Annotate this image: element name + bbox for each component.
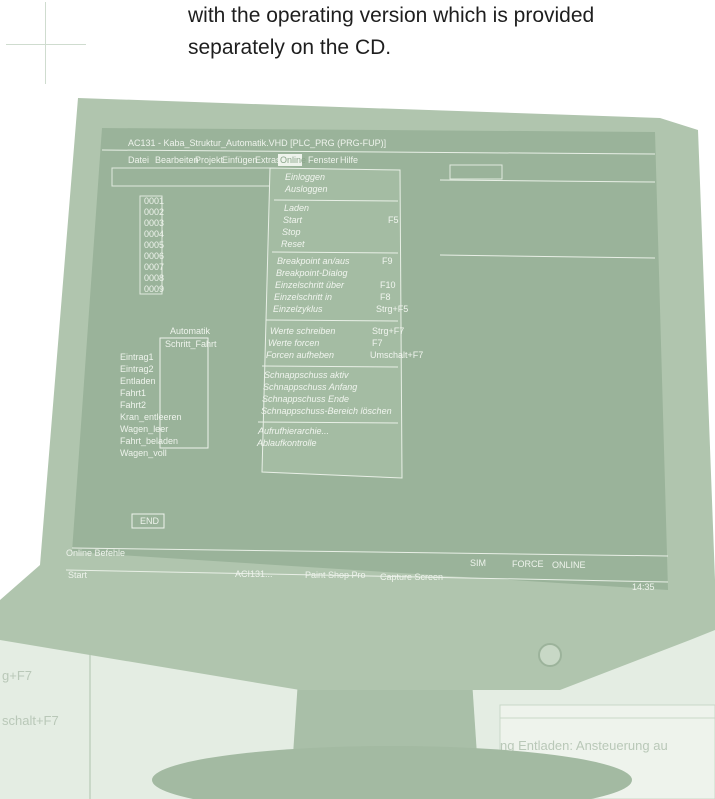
status-sim: SIM: [470, 558, 486, 568]
line-0001: 0001: [144, 196, 164, 206]
menu-item-breakpoint[interactable]: Breakpoint an/aus: [277, 256, 350, 266]
menu-item-snapshot-end[interactable]: Schnappschuss Ende: [262, 394, 349, 404]
menu-key-single-cycle: Strg+F5: [376, 304, 408, 314]
diagram-row-8: Fahrt_beladen: [120, 436, 178, 446]
line-0003: 0003: [144, 218, 164, 228]
menu-hilfe[interactable]: Hilfe: [340, 155, 358, 165]
online-menu: Einloggen Ausloggen Laden Start F5 Stop …: [256, 167, 423, 479]
diagram-box-label: Schritt_Fahrt: [165, 339, 217, 349]
menu-key-write-values: Strg+F7: [372, 326, 404, 336]
menu-projekt[interactable]: Projekt: [195, 155, 224, 165]
menu-item-force-values[interactable]: Werte forcen: [268, 338, 319, 348]
menu-item-flow-control[interactable]: Ablaufkontrolle: [256, 438, 317, 448]
task-aci131[interactable]: ACI131...: [235, 569, 273, 579]
task-capture-screen[interactable]: Capture Screen: [380, 572, 443, 582]
menu-item-snapshot-active[interactable]: Schnappschuss aktiv: [264, 370, 349, 380]
menu-item-einloggen[interactable]: Einloggen: [285, 172, 325, 182]
menu-datei[interactable]: Datei: [128, 155, 149, 165]
diagram-row-4: Fahrt1: [120, 388, 146, 398]
background-text-right: ng Entladen: Ansteuerung au: [500, 738, 668, 753]
menu-extras[interactable]: Extras: [255, 155, 281, 165]
line-0004: 0004: [144, 229, 164, 239]
menu-item-step-in[interactable]: Einzelschritt in: [274, 292, 332, 302]
menu-item-start[interactable]: Start: [283, 215, 303, 225]
taskbar-clock: 14:35: [632, 582, 655, 592]
status-left: Online Befehle: [66, 548, 125, 558]
menu-item-call-hierarchy[interactable]: Aufrufhierarchie...: [257, 426, 329, 436]
line-0008: 0008: [144, 273, 164, 283]
menu-key-step-over: F10: [380, 280, 396, 290]
power-button-icon: [538, 643, 562, 667]
line-0009: 0009: [144, 284, 164, 294]
menu-item-write-values[interactable]: Werte schreiben: [270, 326, 335, 336]
menu-key-release-force: Umschalt+F7: [370, 350, 423, 360]
menu-key-step-in: F8: [380, 292, 391, 302]
monitor-illustration: g+F7 schalt+F7 ng Entladen: Ansteuerung …: [0, 98, 715, 799]
diagram-row-6: Kran_entleeren: [120, 412, 182, 422]
network-list: 0001 0002 0003 0004 0005 0006 0007 0008 …: [139, 195, 164, 295]
menu-item-breakpoint-dialog[interactable]: Breakpoint-Dialog: [276, 268, 348, 278]
menu-online[interactable]: Online: [280, 155, 306, 165]
status-force: FORCE: [512, 559, 544, 569]
diagram-row-2: Eintrag2: [120, 364, 154, 374]
line-0005: 0005: [144, 240, 164, 250]
task-paint-shop[interactable]: Paint Shop Pro: [305, 570, 366, 580]
menu-item-reset[interactable]: Reset: [281, 239, 305, 249]
menu-bearbeiten[interactable]: Bearbeiten: [155, 155, 199, 165]
start-button[interactable]: Start: [68, 570, 88, 580]
menu-key-force-values: F7: [372, 338, 383, 348]
menu-item-step-over[interactable]: Einzelschritt über: [275, 280, 345, 290]
menu-fenster[interactable]: Fenster: [308, 155, 339, 165]
menu-item-ausloggen[interactable]: Ausloggen: [284, 184, 328, 194]
diagram-row-5: Fahrt2: [120, 400, 146, 410]
line-0006: 0006: [144, 251, 164, 261]
diagram-row-7: Wagen_leer: [120, 424, 168, 434]
menu-einfuegen[interactable]: Einfügen: [222, 155, 258, 165]
menu-item-snapshot-start[interactable]: Schnappschuss Anfang: [263, 382, 357, 392]
status-online: ONLINE: [552, 560, 586, 570]
background-text-left-2: schalt+F7: [2, 713, 59, 728]
menu-item-snapshot-clear[interactable]: Schnappschuss-Bereich löschen: [261, 406, 392, 416]
menu-item-stop[interactable]: Stop: [282, 227, 301, 237]
background-text-left-1: g+F7: [2, 668, 32, 683]
menu-item-release-force[interactable]: Forcen aufheben: [266, 350, 334, 360]
diagram-row-1: Eintrag1: [120, 352, 154, 362]
diagram-row-9: Wagen_voll: [120, 448, 167, 458]
line-0007: 0007: [144, 262, 164, 272]
end-label: END: [140, 516, 160, 526]
diagram-row-3: Entladen: [120, 376, 156, 386]
window-title: AC131 - Kaba_Struktur_Automatik.VHD [PLC…: [128, 138, 386, 148]
line-0002: 0002: [144, 207, 164, 217]
menu-item-laden[interactable]: Laden: [284, 203, 309, 213]
menu-bar: Datei Bearbeiten Projekt Einfügen Extras…: [128, 154, 358, 166]
menu-item-single-cycle[interactable]: Einzelzyklus: [273, 304, 323, 314]
diagram-title: Automatik: [170, 326, 211, 336]
menu-key-breakpoint: F9: [382, 256, 393, 266]
menu-key-start: F5: [388, 215, 399, 225]
